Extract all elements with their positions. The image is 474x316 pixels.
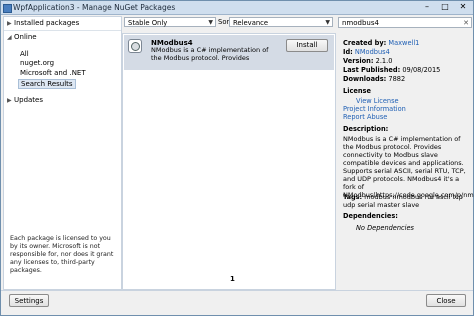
created-by: Created by: Maxwell1 [343, 39, 420, 47]
category-pane: ▶ Installed packages ◢ Online All nuget.or… [3, 16, 122, 290]
id-link[interactable]: NModbus4 [355, 48, 390, 56]
last-published: Last Published: 09/08/2015 [343, 66, 441, 74]
maximize-icon[interactable]: □ [437, 2, 453, 12]
tree-updates[interactable]: ▶ Updates [7, 96, 43, 104]
title-bar[interactable]: WpfApplication3 - Manage NuGet Packages … [1, 1, 473, 15]
results-list: NModbus4 NModbus is a C# implementation … [122, 33, 336, 290]
search-value: nmodbus4 [342, 19, 379, 27]
tree-online[interactable]: ◢ Online [7, 33, 37, 41]
dependencies-value: No Dependencies [356, 224, 414, 232]
collapse-arrow-icon[interactable]: ◢ [7, 34, 14, 41]
app-icon [3, 4, 12, 13]
install-button[interactable]: Install [286, 39, 328, 52]
package-details: Created by: Maxwell1 Id: NModbus4 Versio… [338, 36, 474, 288]
divider [4, 30, 121, 31]
sort-value: Relevance [233, 19, 269, 27]
package-description: NModbus is a C# implementation of the Mo… [151, 46, 269, 62]
project-information-link[interactable]: Project Information [343, 105, 406, 113]
tree-item-all[interactable]: All [20, 50, 29, 58]
release-filter-dropdown[interactable]: Stable Only ▼ [124, 17, 216, 27]
list-item[interactable]: NModbus4 NModbus is a C# implementation … [124, 35, 334, 70]
search-input[interactable]: nmodbus4 ✕ [338, 17, 472, 28]
description-text: NModbus is a C# implementation of the Mo… [343, 135, 474, 199]
tree-installed-packages[interactable]: ▶ Installed packages [7, 19, 79, 27]
expand-arrow-icon[interactable]: ▶ [7, 97, 14, 104]
nuget-dialog: WpfApplication3 - Manage NuGet Packages … [0, 0, 474, 316]
dependencies-heading: Dependencies: [343, 212, 398, 220]
tags: Tags: modbus nmodbus rtu ascii tcp udp s… [343, 193, 463, 209]
view-license-link[interactable]: View License [356, 97, 399, 105]
author-link[interactable]: Maxwell1 [388, 39, 419, 47]
tree-item-nuget-org[interactable]: nuget.org [20, 59, 54, 67]
license-heading: License [343, 87, 371, 95]
tree-item-microsoft-net[interactable]: Microsoft and .NET [20, 69, 86, 77]
minimize-icon[interactable]: – [419, 2, 435, 12]
chevron-down-icon: ▼ [325, 19, 330, 26]
divider [1, 290, 473, 291]
sort-dropdown[interactable]: Relevance ▼ [229, 17, 333, 27]
expand-arrow-icon[interactable]: ▶ [7, 20, 14, 27]
downloads: Downloads: 7882 [343, 75, 406, 83]
package-icon [128, 39, 142, 53]
settings-button[interactable]: Settings [9, 294, 49, 307]
version: Version: 2.1.0 [343, 57, 393, 65]
chevron-down-icon: ▼ [208, 19, 213, 26]
tree-item-search-results[interactable]: Search Results [18, 79, 76, 89]
window-title: WpfApplication3 - Manage NuGet Packages [13, 3, 176, 12]
close-icon[interactable]: ✕ [455, 2, 471, 12]
description-heading: Description: [343, 125, 389, 133]
package-id: Id: NModbus4 [343, 48, 390, 56]
page-number[interactable]: 1 [230, 275, 235, 283]
clear-search-icon[interactable]: ✕ [463, 18, 469, 28]
license-notice: Each package is licensed to you by its o… [10, 235, 114, 274]
close-button[interactable]: Close [426, 294, 466, 307]
release-filter-value: Stable Only [128, 19, 168, 27]
report-abuse-link[interactable]: Report Abuse [343, 113, 387, 121]
